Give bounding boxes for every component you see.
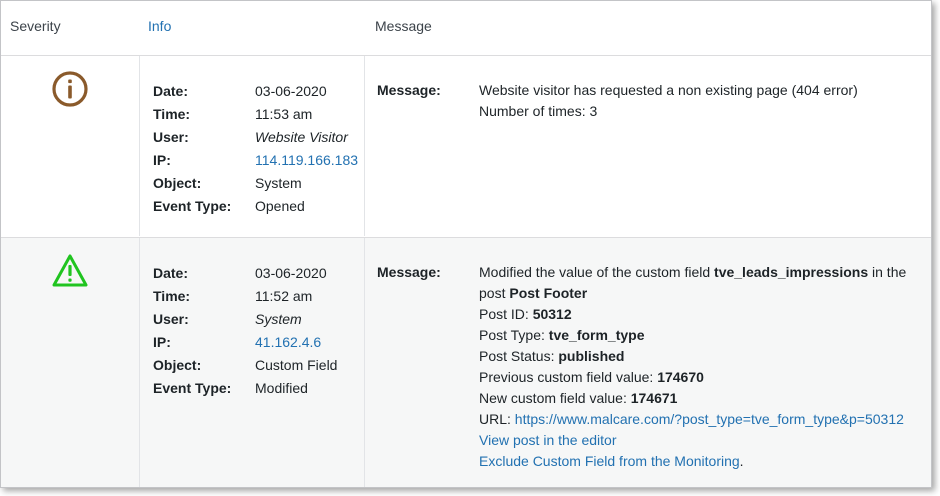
time-value: 11:52 am — [255, 288, 313, 304]
event-type-value: Modified — [255, 380, 308, 396]
post-title: Post Footer — [509, 285, 588, 301]
new-value: 174671 — [630, 390, 678, 406]
user-value: Website Visitor — [255, 129, 348, 145]
object-value: Custom Field — [255, 357, 338, 373]
previous-value-label: Previous custom field value: — [479, 369, 654, 385]
user-label: User: — [153, 129, 189, 145]
table-row: Date: 03-06-2020 Time: 11:52 am User: Syste… — [1, 237, 931, 487]
message-line: Number of times: 3 — [479, 103, 598, 119]
table-row: Date: 03-06-2020 Time: 11:53 am User: Websi… — [1, 56, 931, 236]
message-intro: Modified the value of the custom field — [479, 264, 711, 280]
column-header-info[interactable]: Info — [148, 18, 171, 34]
previous-value: 174670 — [657, 369, 704, 385]
view-post-link[interactable]: View post in the editor — [479, 432, 617, 448]
post-prefix: post — [479, 285, 506, 301]
post-id-value: 50312 — [532, 306, 572, 322]
object-label: Object: — [153, 175, 202, 191]
post-id-label: Post ID: — [479, 306, 529, 322]
column-header-message: Message — [375, 18, 432, 34]
url-label: URL: — [479, 411, 511, 427]
ip-link[interactable]: 41.162.4.6 — [255, 331, 321, 354]
user-value: System — [255, 311, 302, 327]
message-cell: Message: Modified the value of the custo… — [364, 238, 931, 487]
message-text: Website visitor has requested a non exis… — [479, 80, 929, 122]
message-label: Message: — [377, 82, 441, 98]
event-type-label: Event Type: — [153, 198, 232, 214]
message-in-the: in the — [872, 264, 907, 280]
date-value: 03-06-2020 — [255, 265, 327, 281]
post-status-label: Post Status: — [479, 348, 555, 364]
message-line: Website visitor has requested a non exis… — [479, 82, 858, 98]
date-label: Date: — [153, 265, 189, 281]
object-label: Object: — [153, 357, 202, 373]
activity-log-table: Severity Info Message Date: 03-06-2020 Ti… — [0, 0, 932, 488]
severity-cell — [1, 238, 139, 487]
post-type-value: tve_form_type — [548, 327, 645, 343]
user-label: User: — [153, 311, 189, 327]
warning-triangle-icon — [52, 254, 88, 287]
exclude-custom-field-link[interactable]: Exclude Custom Field from the Monitoring — [479, 453, 740, 469]
table-header: Severity Info Message — [1, 1, 931, 56]
object-value: System — [255, 175, 302, 191]
column-header-severity: Severity — [10, 18, 61, 34]
date-label: Date: — [153, 83, 189, 99]
custom-field-name: tve_leads_impressions — [714, 264, 869, 280]
event-type-label: Event Type: — [153, 380, 232, 396]
post-url-link[interactable]: https://www.malcare.com/?post_type=tve_f… — [515, 411, 904, 427]
info-circle-icon — [52, 71, 88, 107]
date-value: 03-06-2020 — [255, 83, 327, 99]
post-type-label: Post Type: — [479, 327, 545, 343]
event-type-value: Opened — [255, 198, 305, 214]
time-value: 11:53 am — [255, 106, 313, 122]
message-cell: Message: Website visitor has requested a… — [364, 56, 931, 236]
severity-cell — [1, 56, 139, 236]
message-label: Message: — [377, 264, 441, 280]
info-cell: Date: 03-06-2020 Time: 11:53 am User: Websi… — [139, 56, 365, 236]
ip-link[interactable]: 114.119.166.183 — [255, 149, 358, 172]
time-label: Time: — [153, 106, 191, 122]
time-label: Time: — [153, 288, 191, 304]
period: . — [739, 453, 744, 469]
new-value-label: New custom field value: — [479, 390, 627, 406]
info-cell: Date: 03-06-2020 Time: 11:52 am User: Syste… — [139, 238, 365, 487]
ip-label: IP: — [153, 334, 171, 350]
post-status-value: published — [558, 348, 625, 364]
message-text: Modified the value of the custom field t… — [479, 262, 929, 472]
ip-label: IP: — [153, 152, 171, 168]
